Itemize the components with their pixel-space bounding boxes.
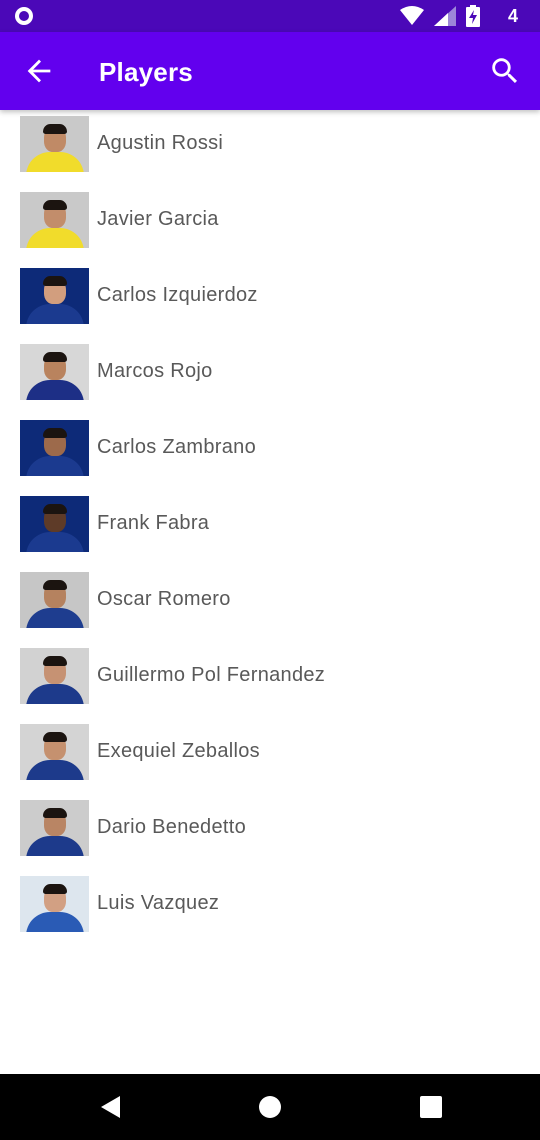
- status-icons: 4: [399, 4, 518, 28]
- player-name: Marcos Rojo: [97, 360, 213, 382]
- player-photo: [20, 648, 89, 704]
- player-name: Carlos Zambrano: [97, 436, 257, 458]
- player-name: Oscar Romero: [97, 588, 231, 610]
- player-hair: [43, 732, 67, 742]
- player-name: Luis Vazquez: [97, 892, 220, 914]
- player-name: Frank Fabra: [97, 512, 210, 534]
- list-item[interactable]: Dario Benedetto: [0, 800, 540, 876]
- player-name: Carlos Izquierdoz: [97, 284, 258, 306]
- nav-recents-button[interactable]: [418, 1094, 444, 1120]
- player-hair: [43, 580, 67, 590]
- player-photo: [20, 800, 89, 856]
- list-item[interactable]: Oscar Romero: [0, 572, 540, 648]
- status-time: 4: [507, 5, 518, 26]
- navigation-bar: [0, 1074, 540, 1140]
- search-icon: [492, 58, 518, 84]
- player-hair: [43, 352, 67, 362]
- player-name: Agustin Rossi: [97, 132, 224, 154]
- player-hair: [43, 428, 67, 438]
- player-photo: [20, 268, 89, 324]
- player-hair: [43, 200, 67, 210]
- player-name: Exequiel Zeballos: [97, 740, 260, 762]
- list-item[interactable]: Agustin Rossi: [0, 116, 540, 192]
- nav-back-button[interactable]: [98, 1094, 124, 1120]
- player-shirt: [26, 760, 84, 780]
- nav-home-button[interactable]: [257, 1094, 283, 1120]
- signal-icon: [433, 6, 456, 26]
- back-triangle-icon: [101, 1096, 120, 1118]
- list-item[interactable]: Frank Fabra: [0, 496, 540, 572]
- player-shirt: [26, 912, 84, 932]
- player-photo: [20, 496, 89, 552]
- player-name: Dario Benedetto: [97, 816, 247, 838]
- player-shirt: [26, 684, 84, 704]
- page-title: Players: [99, 57, 193, 87]
- player-name: Guillermo Pol Fernandez: [97, 664, 326, 686]
- battery-charging-icon: [465, 5, 480, 27]
- app-notification-icon: [15, 7, 33, 25]
- list-item[interactable]: Carlos Zambrano: [0, 420, 540, 496]
- list-item[interactable]: Javier Garcia: [0, 192, 540, 268]
- player-hair: [43, 276, 67, 286]
- player-photo: [20, 116, 89, 172]
- player-photo: [20, 344, 89, 400]
- status-bar: 4: [0, 0, 540, 32]
- player-photo: [20, 876, 89, 932]
- list-item[interactable]: Luis Vazquez: [0, 876, 540, 952]
- home-circle-icon: [259, 1096, 281, 1118]
- list-item[interactable]: Guillermo Pol Fernandez: [0, 648, 540, 724]
- player-hair: [43, 124, 67, 134]
- back-button[interactable]: [22, 54, 56, 88]
- player-hair: [43, 884, 67, 894]
- player-shirt: [26, 380, 84, 400]
- wifi-icon: [399, 6, 424, 25]
- player-photo: [20, 572, 89, 628]
- player-shirt: [26, 532, 84, 552]
- recents-square-icon: [420, 1096, 442, 1118]
- search-button[interactable]: [488, 54, 522, 88]
- player-photo: [20, 192, 89, 248]
- player-shirt: [26, 304, 84, 324]
- list-item[interactable]: Carlos Izquierdoz: [0, 268, 540, 344]
- player-shirt: [26, 456, 84, 476]
- player-hair: [43, 808, 67, 818]
- player-shirt: [26, 152, 84, 172]
- player-hair: [43, 656, 67, 666]
- players-list: Agustin Rossi Javier Garcia Carlos Izquier…: [0, 116, 540, 952]
- player-shirt: [26, 228, 84, 248]
- app-bar: Players: [0, 32, 540, 110]
- player-shirt: [26, 836, 84, 856]
- arrow-left-icon: [27, 59, 51, 83]
- list-item[interactable]: Marcos Rojo: [0, 344, 540, 420]
- player-hair: [43, 504, 67, 514]
- player-photo: [20, 420, 89, 476]
- list-item[interactable]: Exequiel Zeballos: [0, 724, 540, 800]
- player-photo: [20, 724, 89, 780]
- player-shirt: [26, 608, 84, 628]
- player-name: Javier Garcia: [97, 208, 219, 230]
